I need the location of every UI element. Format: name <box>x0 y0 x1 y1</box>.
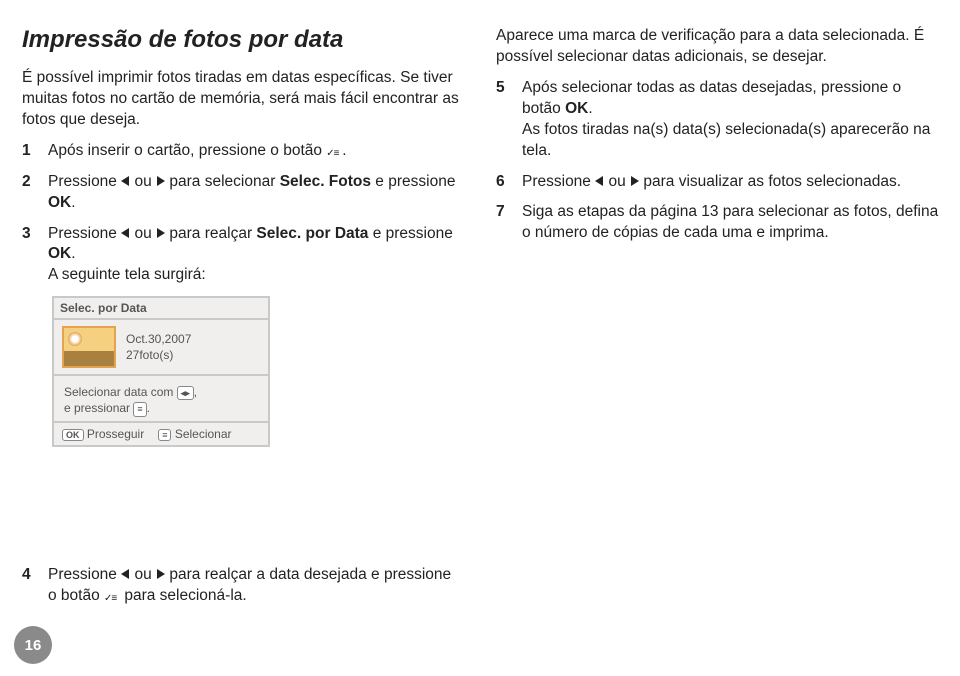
right-intro: Aparece uma marca de verificação para a … <box>496 26 942 68</box>
screen-header: Selec. por Data <box>54 298 268 320</box>
page-title: Impressão de fotos por data <box>22 26 468 54</box>
page-number: 16 <box>14 626 52 664</box>
ok-key-icon: OK <box>62 429 84 441</box>
step-4-num: 4 <box>22 565 38 607</box>
screen-date: Oct.30,2007 <box>126 331 191 348</box>
step-2: 2 Pressione ou para selecionar Selec. Fo… <box>22 172 468 214</box>
thumbnail-icon <box>62 326 116 368</box>
screen-instructions: Selecionar data com ◂▸, e pressionar ≡. <box>54 376 268 422</box>
step-6-text: Pressione ou para visualizar as fotos se… <box>522 172 901 193</box>
step-1-text: Após inserir o cartão, pressione o botão… <box>48 141 347 162</box>
menu-icon <box>104 587 120 599</box>
triangle-right-icon <box>157 569 165 579</box>
menu-icon <box>326 142 342 154</box>
select-key-icon: ≡ <box>158 429 171 441</box>
step-7-text: Siga as etapas da página 13 para selecio… <box>522 202 942 244</box>
triangle-left-icon <box>121 176 129 186</box>
triangle-right-icon <box>157 176 165 186</box>
step-4-text: Pressione ou para realçar a data desejad… <box>48 565 452 607</box>
step-2-num: 2 <box>22 172 38 214</box>
step-3: 3 Pressione ou para realçar Selec. por D… <box>22 224 468 287</box>
lr-key-icon: ◂▸ <box>177 386 194 400</box>
triangle-left-icon <box>121 569 129 579</box>
step-7-num: 7 <box>496 202 512 244</box>
device-screenshot: Selec. por Data Oct.30,2007 27foto(s) Se… <box>52 296 270 446</box>
step-5: 5 Após selecionar todas as datas desejad… <box>496 78 942 162</box>
step-1: 1 Após inserir o cartão, pressione o bot… <box>22 141 468 162</box>
step-2-text: Pressione ou para selecionar Selec. Foto… <box>48 172 468 214</box>
triangle-right-icon <box>631 176 639 186</box>
triangle-left-icon <box>121 228 129 238</box>
triangle-right-icon <box>157 228 165 238</box>
step-4: 4 Pressione ou para realçar a data desej… <box>22 555 452 607</box>
step-7: 7 Siga as etapas da página 13 para selec… <box>496 202 942 244</box>
step-5-num: 5 <box>496 78 512 162</box>
step-5-text: Após selecionar todas as datas desejadas… <box>522 78 942 162</box>
screen-footer: OK Prosseguir ≡ Selecionar <box>54 423 268 445</box>
intro-text: É possível imprimir fotos tiradas em dat… <box>22 68 468 131</box>
menu-key-icon: ≡ <box>133 402 146 416</box>
step-1-num: 1 <box>22 141 38 162</box>
step-3-num: 3 <box>22 224 38 287</box>
screen-count: 27foto(s) <box>126 347 191 364</box>
screen-date-row: Oct.30,2007 27foto(s) <box>54 320 268 376</box>
triangle-left-icon <box>595 176 603 186</box>
step-3-text: Pressione ou para realçar Selec. por Dat… <box>48 224 468 287</box>
step-6-num: 6 <box>496 172 512 193</box>
step-6: 6 Pressione ou para visualizar as fotos … <box>496 172 942 193</box>
